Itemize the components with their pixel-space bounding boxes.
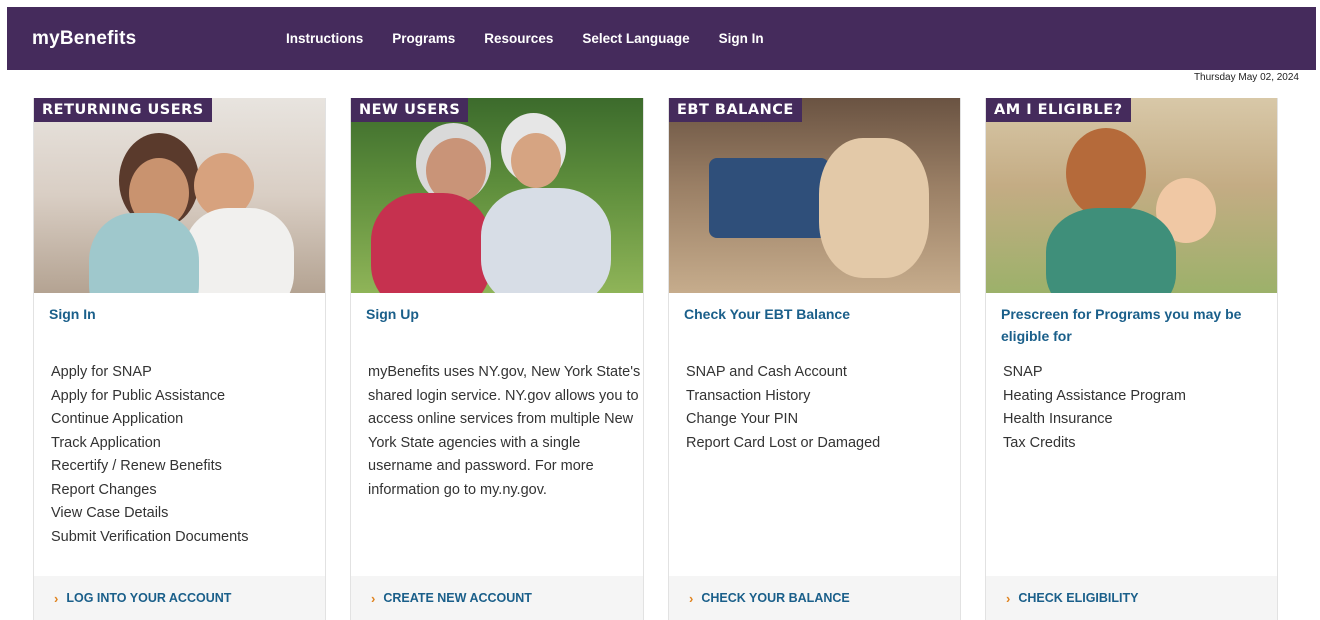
sign-up-link[interactable]: Sign Up [366,303,636,325]
list-item[interactable]: View Case Details [51,502,248,526]
list-item[interactable]: Apply for Public Assistance [51,385,248,409]
list-item[interactable]: SNAP and Cash Account [686,361,880,385]
nav-sign-in[interactable]: Sign In [719,31,764,46]
chevron-right-icon: › [54,590,59,606]
returning-users-photo [34,98,325,293]
list-item[interactable]: Health Insurance [1003,408,1186,432]
card-ebt-balance: EBT BALANCE Check Your EBT Balance SNAP … [668,98,961,620]
list-item[interactable]: SNAP [1003,361,1186,385]
cta-label: LOG INTO YOUR ACCOUNT [66,591,232,605]
list-item[interactable]: Continue Application [51,408,248,432]
card-tag: RETURNING USERS [34,98,212,122]
am-i-eligible-photo [986,98,1277,293]
list-item[interactable]: Track Application [51,432,248,456]
nav-instructions[interactable]: Instructions [286,31,363,46]
cta-label: CREATE NEW ACCOUNT [383,591,532,605]
check-ebt-balance-link[interactable]: Check Your EBT Balance [684,303,954,325]
card-tag: EBT BALANCE [669,98,802,122]
header-bar: myBenefits Instructions Programs Resourc… [7,7,1316,70]
list-item[interactable]: Recertify / Renew Benefits [51,455,248,479]
cta-label: CHECK YOUR BALANCE [701,591,850,605]
chevron-right-icon: › [371,590,376,606]
list-item[interactable]: Change Your PIN [686,408,880,432]
list-item[interactable]: Heating Assistance Program [1003,385,1186,409]
log-into-account-button[interactable]: › LOG INTO YOUR ACCOUNT [34,576,325,620]
eligibility-list: SNAP Heating Assistance Program Health I… [1003,361,1186,455]
nav-select-language[interactable]: Select Language [582,31,689,46]
card-tag: AM I ELIGIBLE? [986,98,1131,122]
chevron-right-icon: › [1006,590,1011,606]
ebt-balance-photo [669,98,960,293]
list-item[interactable]: Report Changes [51,479,248,503]
list-item[interactable]: Transaction History [686,385,880,409]
returning-users-list: Apply for SNAP Apply for Public Assistan… [51,361,248,549]
new-users-photo [351,98,643,293]
nav-resources[interactable]: Resources [484,31,553,46]
current-date: Thursday May 02, 2024 [1193,72,1299,83]
chevron-right-icon: › [689,590,694,606]
list-item[interactable]: Report Card Lost or Damaged [686,432,880,456]
card-am-i-eligible: AM I ELIGIBLE? Prescreen for Programs yo… [985,98,1278,620]
nygov-description: myBenefits uses NY.gov, New York State's… [368,364,641,498]
sign-in-link[interactable]: Sign In [49,303,319,325]
check-your-balance-button[interactable]: › CHECK YOUR BALANCE [669,576,960,620]
main-nav: Instructions Programs Resources Select L… [286,7,764,70]
create-new-account-button[interactable]: › CREATE NEW ACCOUNT [351,576,643,620]
cta-label: CHECK ELIGIBILITY [1018,591,1139,605]
prescreen-link[interactable]: Prescreen for Programs you may be eligib… [1001,303,1271,347]
card-returning-users: RETURNING USERS Sign In Apply for SNAP A… [33,98,326,620]
card-tag: NEW USERS [351,98,469,122]
list-item[interactable]: Apply for SNAP [51,361,248,385]
ebt-list: SNAP and Cash Account Transaction Histor… [686,361,880,455]
brand-logo[interactable]: myBenefits [32,28,136,50]
list-item[interactable]: Tax Credits [1003,432,1186,456]
nav-programs[interactable]: Programs [392,31,455,46]
check-eligibility-button[interactable]: › CHECK ELIGIBILITY [986,576,1277,620]
list-item[interactable]: Submit Verification Documents [51,526,248,550]
card-new-users: NEW USERS Sign Up myBenefits uses NY.gov… [350,98,644,620]
